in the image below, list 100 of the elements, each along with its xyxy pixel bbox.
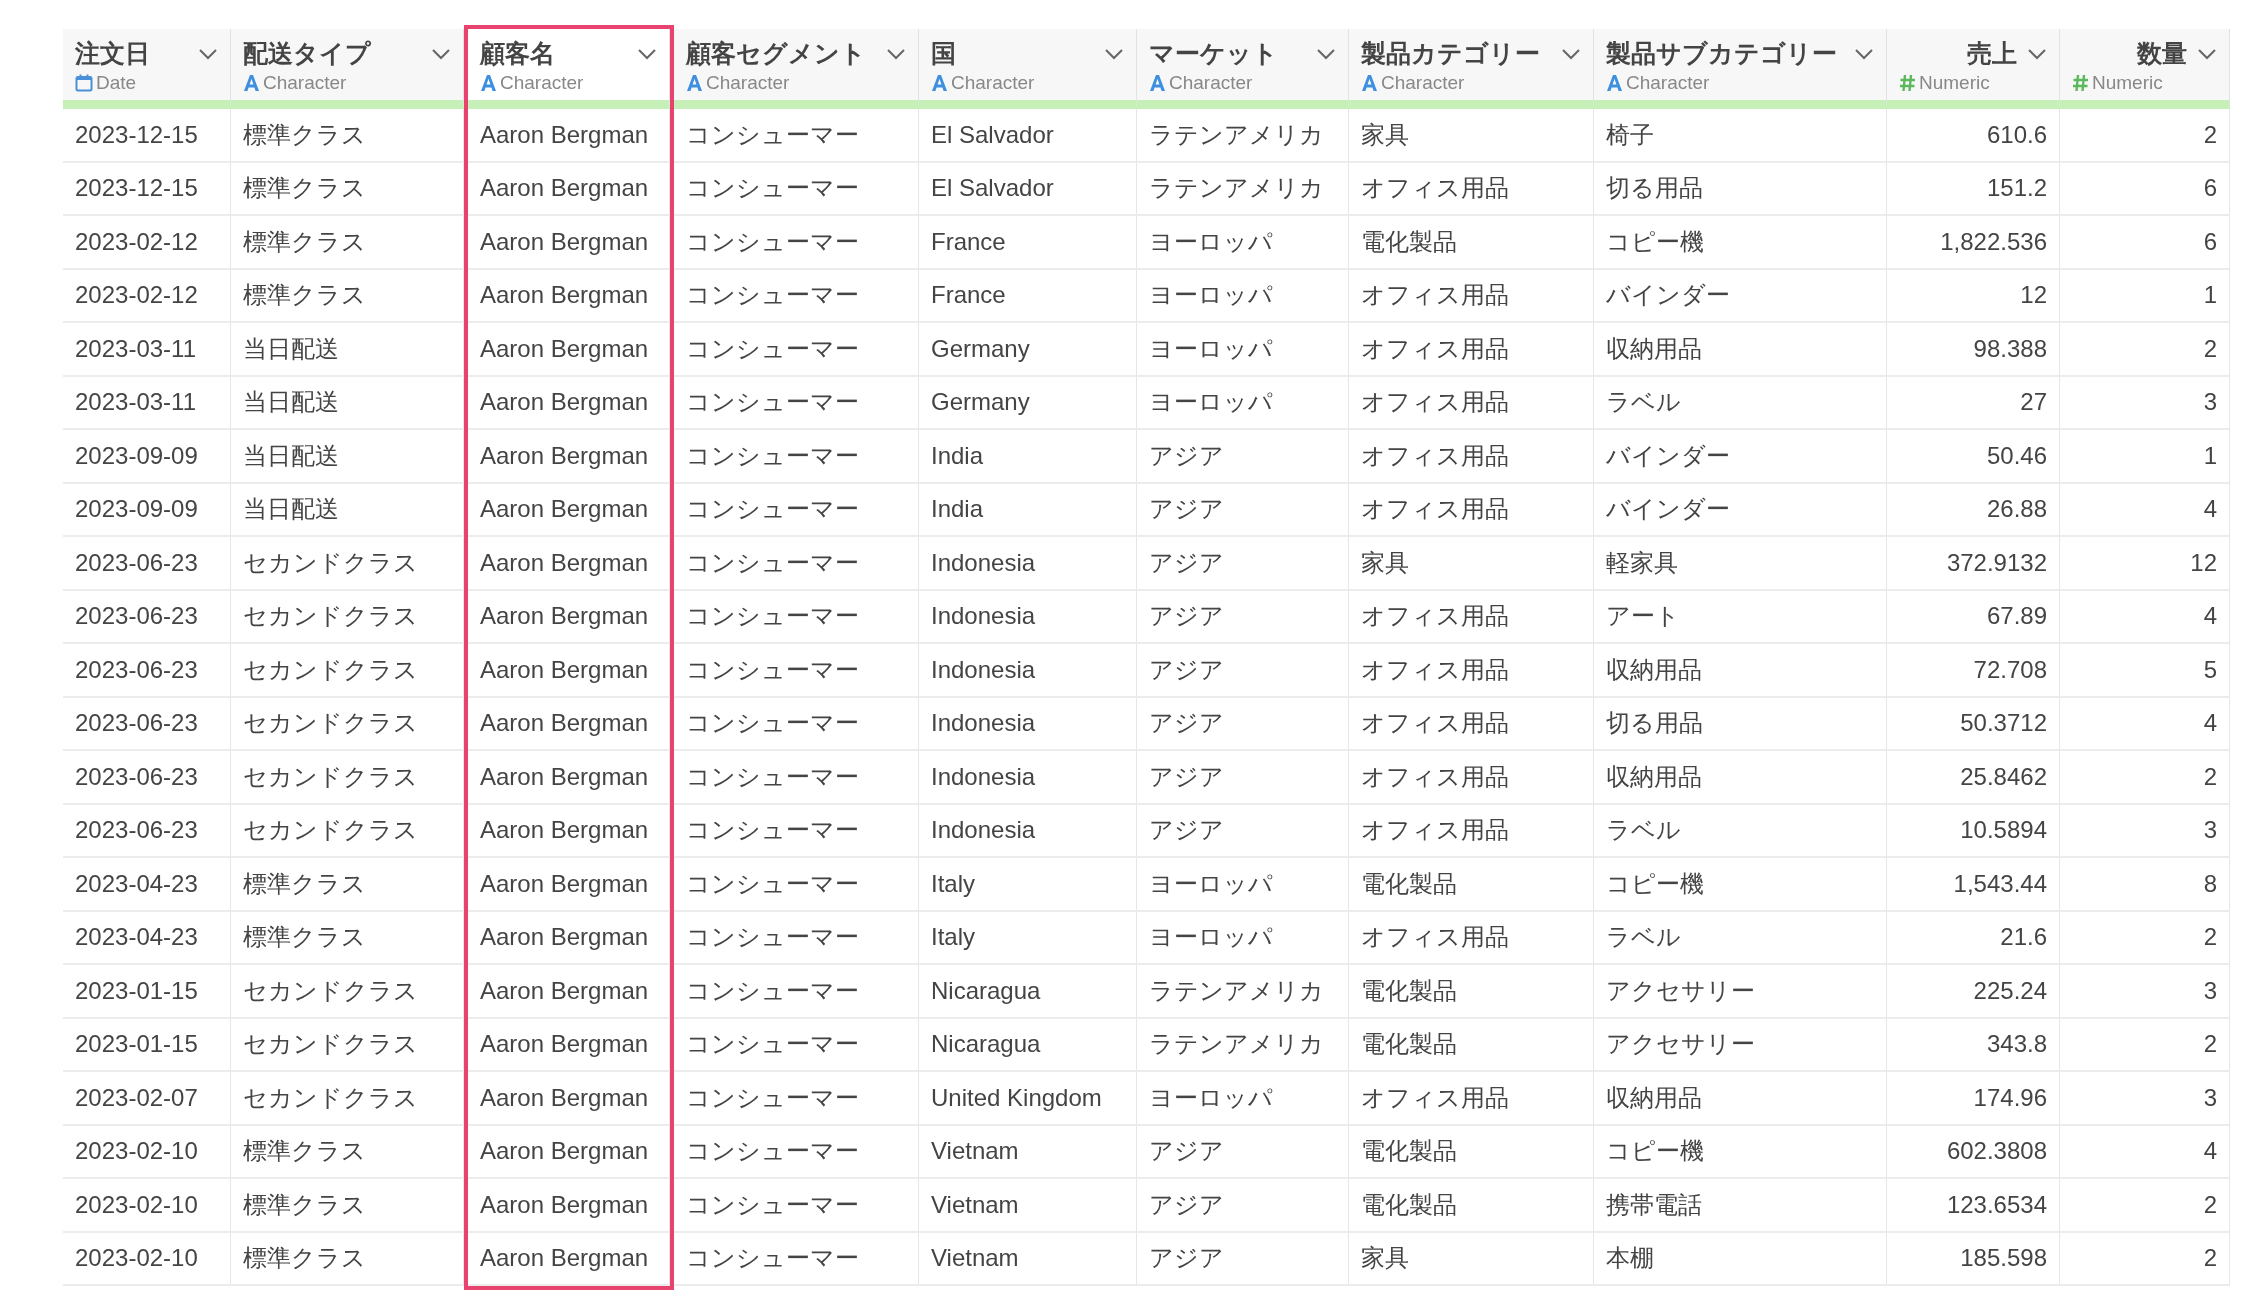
table-cell: Aaron Bergman [468, 590, 670, 644]
table-cell: Aaron Bergman [468, 216, 670, 270]
table-cell: 3 [2060, 376, 2230, 430]
table-cell: India [919, 483, 1137, 537]
table-cell: Indonesia [919, 697, 1137, 751]
column-header[interactable]: 顧客名 Character [468, 29, 670, 109]
table-cell: 収納用品 [1594, 323, 1887, 377]
table-cell: 2023-06-23 [63, 537, 231, 591]
table-cell: セカンドクラス [231, 537, 464, 591]
table-cell: 2023-06-23 [63, 644, 231, 698]
table-cell: アート [1594, 590, 1887, 644]
column-header[interactable]: 注文日 Date [63, 29, 231, 109]
table-cell: アクセサリー [1594, 965, 1887, 1019]
table-cell: 1 [2060, 269, 2230, 323]
table-cell: 2023-02-07 [63, 1072, 231, 1126]
table-cell: 標準クラス [231, 1232, 464, 1286]
table-cell: 72.708 [1887, 644, 2060, 698]
table-cell: India [919, 430, 1137, 484]
table-cell: セカンドクラス [231, 1072, 464, 1126]
column-title: 顧客セグメント [686, 38, 866, 69]
table-cell: 1 [2060, 430, 2230, 484]
letter-a-icon [480, 74, 497, 92]
table-cell: 収納用品 [1594, 1072, 1887, 1126]
table-cell: アクセサリー [1594, 1018, 1887, 1072]
table-cell: 67.89 [1887, 590, 2060, 644]
table-cell: 225.24 [1887, 965, 2060, 1019]
table-cell: 1,822.536 [1887, 216, 2060, 270]
table-cell: 4 [2060, 1125, 2230, 1179]
table-cell: 2 [2060, 1232, 2230, 1286]
table-cell: Vietnam [919, 1179, 1137, 1233]
table-cell: 軽家具 [1594, 537, 1887, 591]
table-cell: Aaron Bergman [468, 1179, 670, 1233]
table-cell: 8 [2060, 858, 2230, 912]
column-header[interactable]: 売上 Numeric [1887, 29, 2060, 109]
table-cell: ラベル [1594, 804, 1887, 858]
chevron-down-icon[interactable] [886, 47, 906, 60]
table-cell: アジア [1137, 1179, 1349, 1233]
table-cell: 12 [1887, 269, 2060, 323]
table-cell: アジア [1137, 430, 1349, 484]
letter-a-icon [1606, 74, 1623, 92]
table-cell: 1,543.44 [1887, 858, 2060, 912]
column-header[interactable]: マーケット Character [1137, 29, 1349, 109]
chevron-down-icon[interactable] [431, 47, 451, 60]
table-cell: アジア [1137, 751, 1349, 805]
table-cell: 2023-01-15 [63, 965, 231, 1019]
table-cell: ヨーロッパ [1137, 911, 1349, 965]
column-header[interactable]: 製品サブカテゴリー Character [1594, 29, 1887, 109]
table-cell: 2023-09-09 [63, 430, 231, 484]
table-cell: El Salvador [919, 109, 1137, 163]
chevron-down-icon[interactable] [1316, 47, 1336, 60]
column-title: 国 [931, 38, 956, 69]
table-cell: 10.5894 [1887, 804, 2060, 858]
chevron-down-icon[interactable] [198, 47, 218, 60]
table-cell: El Salvador [919, 162, 1137, 216]
table-cell: Aaron Bergman [468, 1018, 670, 1072]
column-header[interactable]: 配送タイプ Character [231, 29, 464, 109]
table-cell: コンシューマー [674, 697, 919, 751]
column-header[interactable]: 顧客セグメント Character [674, 29, 919, 109]
table-cell: 151.2 [1887, 162, 2060, 216]
table-cell: Aaron Bergman [468, 109, 670, 163]
table-cell: 携帯電話 [1594, 1179, 1887, 1233]
table-cell: Germany [919, 376, 1137, 430]
table-cell: 3 [2060, 965, 2230, 1019]
column-type: Character [1626, 72, 1710, 94]
table-cell: コピー機 [1594, 858, 1887, 912]
table-cell: 収納用品 [1594, 644, 1887, 698]
table-cell: 98.388 [1887, 323, 2060, 377]
table-cell: 標準クラス [231, 858, 464, 912]
table-cell: 電化製品 [1349, 858, 1594, 912]
table-cell: オフィス用品 [1349, 804, 1594, 858]
table-cell: 4 [2060, 483, 2230, 537]
table-cell: Aaron Bergman [468, 430, 670, 484]
table-cell: Aaron Bergman [468, 644, 670, 698]
chevron-down-icon[interactable] [1561, 47, 1581, 60]
table-cell: 収納用品 [1594, 751, 1887, 805]
column-title: 注文日 [75, 38, 150, 69]
table-cell: 2023-02-10 [63, 1179, 231, 1233]
column-header[interactable]: 数量 Numeric [2060, 29, 2230, 109]
table-cell: Italy [919, 858, 1137, 912]
table-cell: セカンドクラス [231, 697, 464, 751]
table-cell: 2 [2060, 323, 2230, 377]
table-cell: コピー機 [1594, 216, 1887, 270]
table-cell: 家具 [1349, 1232, 1594, 1286]
column-header[interactable]: 国 Character [919, 29, 1137, 109]
chevron-down-icon[interactable] [2027, 47, 2047, 60]
table-cell: 電化製品 [1349, 1018, 1594, 1072]
table-cell: 2023-06-23 [63, 697, 231, 751]
column-header[interactable]: 製品カテゴリー Character [1349, 29, 1594, 109]
table-cell: 174.96 [1887, 1072, 2060, 1126]
chevron-down-icon[interactable] [2197, 47, 2217, 60]
table-cell: United Kingdom [919, 1072, 1137, 1126]
chevron-down-icon[interactable] [637, 47, 657, 60]
table-cell: コンシューマー [674, 216, 919, 270]
table-cell: バインダー [1594, 483, 1887, 537]
table-cell: コンシューマー [674, 965, 919, 1019]
table-cell: France [919, 269, 1137, 323]
chevron-down-icon[interactable] [1854, 47, 1874, 60]
table-cell: 27 [1887, 376, 2060, 430]
chevron-down-icon[interactable] [1104, 47, 1124, 60]
table-cell: 2023-02-10 [63, 1232, 231, 1286]
